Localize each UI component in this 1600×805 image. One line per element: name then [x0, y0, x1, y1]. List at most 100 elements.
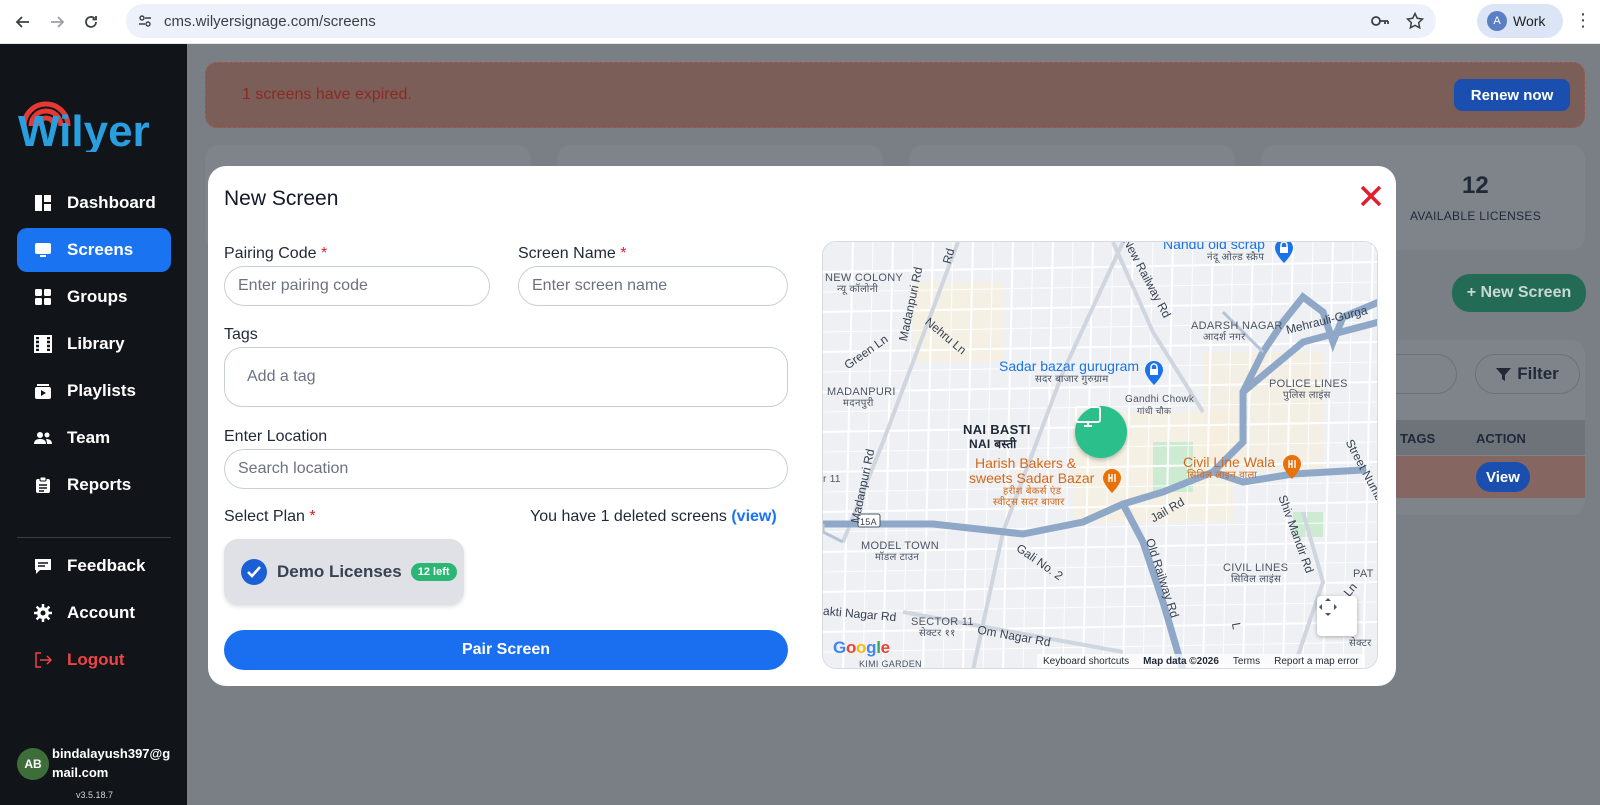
logout-icon [33, 650, 53, 670]
new-screen-button[interactable]: + New Screen [1452, 274, 1586, 312]
map-label: सेक्टर ११ [919, 628, 956, 639]
site-settings-icon[interactable] [136, 12, 154, 30]
bookmark-star-icon[interactable] [1405, 11, 1425, 35]
table-header-action: ACTION [1476, 431, 1526, 446]
map-label: सिविल लाइन वाला [1187, 470, 1258, 481]
map-label: NEW COLONY [825, 272, 904, 284]
map-label: KIMI GARDEN [859, 659, 922, 669]
user-avatar[interactable]: AB [17, 748, 49, 780]
reload-icon[interactable] [80, 11, 102, 33]
pairing-code-label: Pairing Code * [224, 245, 328, 262]
filter-button[interactable]: Filter [1475, 354, 1580, 394]
fullscreen-icon [1319, 598, 1337, 616]
plan-option-demo-licenses[interactable]: Demo Licenses 12 left [224, 539, 464, 605]
tags-input[interactable]: Add a tag [224, 347, 788, 407]
sidebar-item-feedback[interactable]: Feedback [17, 544, 171, 588]
sidebar-item-label: Logout [67, 650, 125, 669]
expired-banner-text: 1 screens have expired. [242, 86, 412, 103]
wilyer-logo: Wilyer [18, 101, 150, 152]
map-label: MODEL TOWN [861, 540, 939, 552]
profile-label: Work [1513, 13, 1546, 29]
map-footer: Keyboard shortcuts Map data ©2026 Terms … [1037, 654, 1365, 668]
map-label: नंदू ओल्ड स्क्रैप [1207, 252, 1265, 263]
map-label: Civil Line Wala [1183, 454, 1276, 470]
sidebar-item-account[interactable]: Account [17, 591, 171, 635]
view-deleted-link[interactable]: (view) [731, 508, 776, 525]
map-label: CIVIL LINES [1223, 562, 1289, 574]
sidebar-item-reports[interactable]: Reports [17, 463, 171, 507]
browser-menu-icon[interactable]: ⋮ [1574, 10, 1592, 31]
password-key-icon[interactable] [1370, 12, 1390, 35]
location-search-input[interactable]: Search location [224, 449, 788, 489]
dashboard-icon [33, 193, 53, 213]
address-bar[interactable]: cms.wilyersignage.com/screens [126, 4, 1436, 38]
clipboard-icon [33, 475, 53, 495]
sidebar-item-groups[interactable]: Groups [17, 275, 171, 319]
sidebar-item-label: Team [67, 428, 111, 447]
available-licenses-count: 12 [1462, 172, 1489, 199]
app-version: v3.5.18.7 [76, 790, 114, 800]
select-plan-label: Select Plan * [224, 508, 316, 525]
map-data-text: Map data ©2026 [1143, 656, 1219, 667]
sidebar-item-label: Groups [67, 287, 128, 306]
map-label: सदर बाजार गुरुग्राम [1035, 374, 1109, 385]
feedback-icon [33, 556, 53, 576]
sidebar-item-library[interactable]: Library [17, 322, 171, 366]
renew-now-button[interactable]: Renew now [1454, 79, 1570, 111]
sidebar-item-label: Playlists [67, 381, 136, 400]
pair-screen-button[interactable]: Pair Screen [224, 630, 788, 670]
modal-title: New Screen [224, 187, 339, 210]
view-button[interactable]: View [1476, 462, 1530, 492]
grid-icon [33, 287, 53, 307]
sidebar-item-team[interactable]: Team [17, 416, 171, 460]
close-icon[interactable] [1357, 182, 1385, 210]
map-label: POLICE LINES [1269, 378, 1348, 390]
forward-arrow-icon[interactable] [46, 11, 68, 33]
map-fullscreen-button[interactable] [1317, 596, 1357, 636]
film-icon [33, 334, 53, 354]
sidebar-item-dashboard[interactable]: Dashboard [17, 181, 171, 225]
sidebar-item-screens[interactable]: Screens [17, 228, 171, 272]
team-icon [33, 428, 53, 448]
pairing-code-input[interactable]: Enter pairing code [224, 266, 490, 306]
location-label: Enter Location [224, 428, 328, 445]
map-label: sweets Sadar Bazar [969, 470, 1095, 486]
location-map[interactable]: Nandu old scrap नंदू ओल्ड स्क्रैप NEW CO… [822, 241, 1378, 669]
report-map-error-link[interactable]: Report a map error [1274, 656, 1358, 668]
map-label: Rd [939, 246, 958, 266]
sidebar-item-playlists[interactable]: Playlists [17, 369, 171, 413]
map-label: पुलिस लाइंस [1283, 390, 1331, 401]
sidebar-item-label: Account [67, 603, 135, 622]
sidebar-item-logout[interactable]: Logout [17, 638, 171, 682]
new-screen-modal: New Screen Pairing Code * Enter pairing … [208, 166, 1396, 686]
map-label: SECTOR 11 [911, 616, 974, 628]
browser-toolbar: cms.wilyersignage.com/screens A Work ⋮ [0, 0, 1600, 44]
keyboard-shortcuts-link[interactable]: Keyboard shortcuts [1043, 656, 1129, 668]
tags-label: Tags [224, 326, 258, 343]
map-label: सिविल लाइंस [1231, 574, 1282, 585]
terms-link[interactable]: Terms [1233, 656, 1260, 668]
screen-name-label: Screen Name * [518, 245, 627, 262]
map-label: आदर्श नगर [1203, 332, 1246, 343]
back-arrow-icon[interactable] [12, 11, 34, 33]
restaurant-pin-icon [1103, 469, 1121, 493]
map-label: Harish Bakers & [975, 455, 1077, 471]
screen-location-marker[interactable] [1075, 406, 1127, 458]
playlist-icon [33, 381, 53, 401]
lock-pin-icon [1145, 361, 1163, 385]
profile-button[interactable]: A Work [1477, 4, 1563, 38]
map-label: MADANPURI [827, 386, 896, 398]
filter-icon [1496, 367, 1512, 381]
map-label: ADARSH NAGAR [1191, 320, 1283, 332]
sidebar-item-label: Feedback [67, 556, 146, 575]
url-text: cms.wilyersignage.com/screens [164, 12, 376, 30]
lock-pin-icon [1275, 242, 1293, 263]
map-label: सेक्टर [1349, 638, 1372, 649]
map-label: PAT [1353, 568, 1374, 580]
map-label: NAI बस्ती [969, 437, 1017, 451]
sidebar-divider [17, 537, 171, 538]
screen-name-input[interactable]: Enter screen name [518, 266, 788, 306]
restaurant-pin-icon [1283, 455, 1301, 479]
sidebar-item-label: Dashboard [67, 193, 156, 212]
gear-icon [33, 603, 53, 623]
